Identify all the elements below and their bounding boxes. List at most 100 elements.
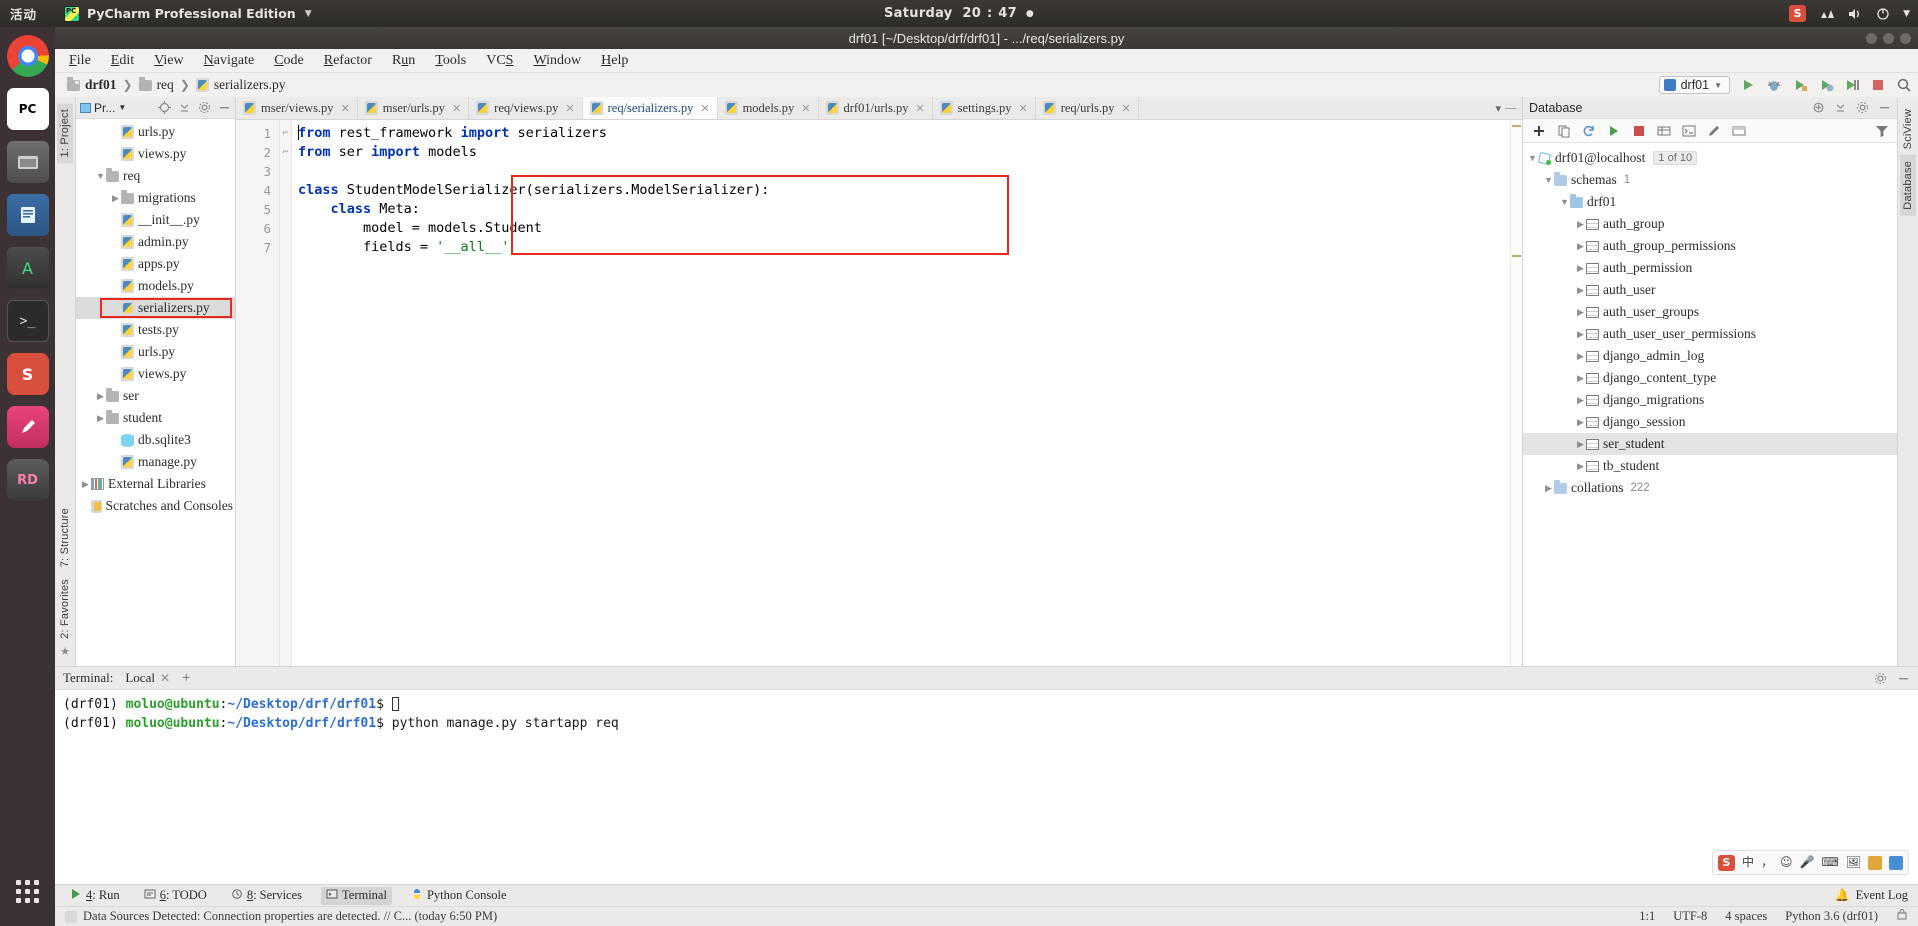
add-data-source-icon[interactable]	[1531, 123, 1546, 138]
tool-window-button-services[interactable]: 8: Services	[226, 887, 307, 905]
run-configuration-selector[interactable]: drf01 ▼	[1658, 76, 1730, 94]
chevron-right-icon[interactable]: ▶	[1575, 285, 1586, 296]
project-tree-item[interactable]: ▶ student	[76, 407, 235, 429]
locate-in-tree-icon[interactable]	[157, 101, 171, 115]
editor-tab[interactable]: drf01/urls.py ✕	[819, 97, 933, 119]
database-tree-item[interactable]: ▶ auth_group	[1523, 213, 1897, 235]
project-tree-item[interactable]: ▶ ser	[76, 385, 235, 407]
debug-button[interactable]	[1766, 77, 1782, 93]
launcher-files-icon[interactable]	[6, 141, 49, 183]
chevron-down-icon[interactable]: ▼	[1543, 175, 1554, 185]
project-tree-item[interactable]: ▶ External Libraries	[76, 473, 235, 495]
editor-tab[interactable]: mser/urls.py ✕	[358, 97, 470, 119]
chevron-right-icon[interactable]: ▶	[80, 479, 91, 490]
project-tree-item[interactable]: ▼ req	[76, 165, 235, 187]
database-tree-item[interactable]: ▼ schemas 1	[1523, 169, 1897, 191]
launcher-rd-icon[interactable]: RD	[6, 459, 49, 501]
project-tree-item[interactable]: ▶ migrations	[76, 187, 235, 209]
project-tree-item[interactable]: manage.py	[76, 451, 235, 473]
launcher-show-applications-icon[interactable]	[7, 870, 49, 912]
mic-icon[interactable]: 🎤	[1799, 853, 1814, 872]
chevron-right-icon[interactable]: ▶	[95, 413, 106, 424]
search-icon[interactable]	[1896, 77, 1912, 93]
new-terminal-button[interactable]: +	[182, 670, 190, 687]
table-editor-icon[interactable]	[1656, 123, 1671, 138]
close-tab-icon[interactable]: ✕	[452, 102, 461, 115]
close-tab-icon[interactable]: ✕	[341, 102, 350, 115]
menu-item-edit[interactable]: Edit	[109, 52, 136, 70]
sogou-input-icon[interactable]: S	[1789, 5, 1807, 22]
breadcrumb-item-project[interactable]: drf01	[67, 76, 117, 93]
tool-tab-favorites[interactable]: 2: Favorites	[57, 573, 73, 645]
database-tree-item[interactable]: ▶ django_admin_log	[1523, 345, 1897, 367]
menu-item-window[interactable]: Window	[531, 52, 583, 70]
volume-icon[interactable]	[1848, 7, 1863, 21]
project-tree-item[interactable]: serializers.py	[76, 297, 235, 319]
power-icon[interactable]	[1876, 7, 1890, 21]
project-tree-item[interactable]: tests.py	[76, 319, 235, 341]
chevron-right-icon[interactable]: ▶	[1575, 307, 1586, 318]
tool-tab-project[interactable]: 1: Project	[57, 103, 73, 164]
fold-marker[interactable]: ⌐	[280, 143, 291, 162]
filter-icon[interactable]	[1874, 123, 1889, 138]
keyboard-icon[interactable]: ⌨	[1821, 853, 1838, 872]
database-tree-item[interactable]: ▶ auth_permission	[1523, 257, 1897, 279]
chevron-right-icon[interactable]: ▶	[95, 391, 106, 402]
launcher-pen-icon[interactable]	[6, 406, 49, 448]
ime-lang-toggle[interactable]: 中	[1742, 853, 1754, 872]
chevron-right-icon[interactable]: ▶	[1543, 483, 1554, 494]
database-tree-item[interactable]: ▶ collations 222	[1523, 477, 1897, 499]
menu-item-help[interactable]: Help	[599, 52, 630, 70]
tool-window-button-python-console[interactable]: Python Console	[406, 887, 512, 905]
tool-tab-database[interactable]: Database	[1900, 155, 1916, 217]
clock[interactable]: Saturday 20 : 47 ●	[0, 6, 1918, 21]
settings-gear-icon[interactable]	[1873, 671, 1887, 685]
close-button[interactable]	[1900, 32, 1911, 44]
launcher-android-studio-icon[interactable]: A	[6, 247, 49, 289]
editor-tab[interactable]: req/views.py ✕	[469, 97, 583, 119]
editor-tab[interactable]: req/serializers.py ✕	[582, 97, 718, 119]
chevron-right-icon[interactable]: ▶	[1575, 373, 1586, 384]
breadcrumb-item-file[interactable]: serializers.py	[195, 77, 285, 93]
launcher-sogou-icon[interactable]: S	[6, 353, 49, 395]
settings-gear-icon[interactable]	[197, 101, 211, 115]
project-tree-item[interactable]: urls.py	[76, 121, 235, 143]
project-tree-item[interactable]: db.sqlite3	[76, 429, 235, 451]
expand-icon[interactable]	[1811, 101, 1825, 115]
close-tab-icon[interactable]: ✕	[565, 102, 574, 115]
sogou-icon[interactable]: S	[1717, 854, 1735, 871]
terminal-tab-local[interactable]: Local ✕	[125, 670, 170, 686]
tool-window-button-run[interactable]: 4: Run	[65, 887, 125, 905]
chevron-down-icon[interactable]: ▼	[1527, 153, 1538, 163]
project-tree-item[interactable]: views.py	[76, 143, 235, 165]
hide-tabs-icon[interactable]: —	[1505, 102, 1516, 114]
menu-item-run[interactable]: Run	[390, 52, 417, 70]
project-tree-item[interactable]: views.py	[76, 363, 235, 385]
collapse-all-icon[interactable]	[177, 101, 191, 115]
close-tab-icon[interactable]: ✕	[700, 102, 709, 115]
editor-marker-bar[interactable]	[1510, 120, 1522, 666]
database-tree-item[interactable]: ▼ drf01	[1523, 191, 1897, 213]
schema-count-chip[interactable]: 1 of 10	[1653, 151, 1698, 165]
status-message-group[interactable]: Data Sources Detected: Connection proper…	[65, 909, 497, 924]
image-icon[interactable]: 🖼	[1846, 853, 1861, 872]
chevron-down-icon[interactable]: ▼	[1903, 9, 1910, 19]
close-icon[interactable]: ✕	[160, 671, 170, 686]
project-tree-item[interactable]: models.py	[76, 275, 235, 297]
code-folding-gutter[interactable]: ⌐ ⌐	[280, 120, 292, 666]
run-button[interactable]	[1740, 77, 1756, 93]
menu-icon[interactable]	[1889, 855, 1903, 870]
refresh-icon[interactable]	[1581, 123, 1596, 138]
close-tab-icon[interactable]: ✕	[1122, 102, 1131, 115]
launcher-pycharm-icon[interactable]: PC	[6, 88, 49, 130]
tool-window-button-todo[interactable]: 6: TODO	[139, 887, 212, 905]
tool-tab-structure[interactable]: 7: Structure	[57, 502, 73, 573]
tab-list-icon[interactable]: ▾	[1495, 102, 1501, 115]
network-icon[interactable]	[1819, 7, 1835, 21]
tool-tab-sciview[interactable]: SciView	[1900, 103, 1916, 155]
launcher-libreoffice-icon[interactable]	[6, 194, 49, 236]
database-tree-item[interactable]: ▶ auth_user	[1523, 279, 1897, 301]
chevron-right-icon[interactable]: ▶	[1575, 395, 1586, 406]
database-tree-item[interactable]: ▶ django_content_type	[1523, 367, 1897, 389]
chevron-right-icon[interactable]: ▶	[1575, 329, 1586, 340]
